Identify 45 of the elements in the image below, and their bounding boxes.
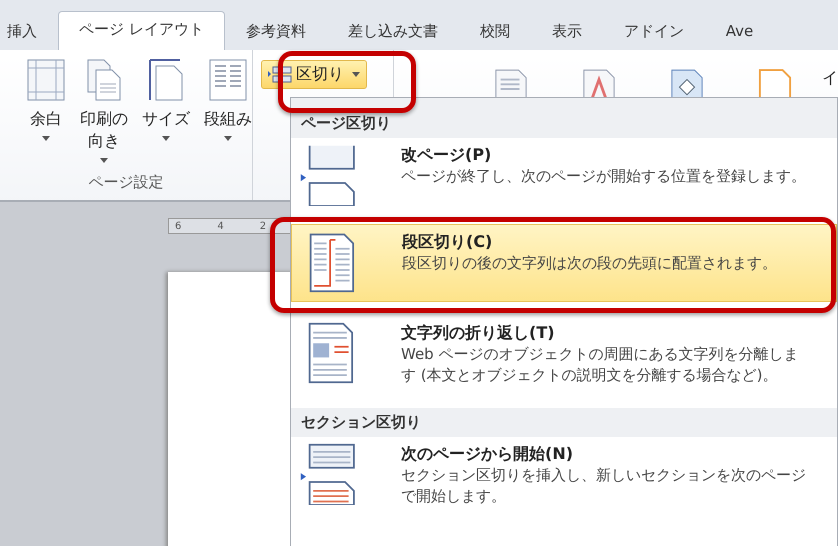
menu-item-title: 次のページから開始(N) xyxy=(401,443,574,465)
menu-item-title: 改ページ(P) xyxy=(401,144,492,166)
caret-icon xyxy=(100,158,108,163)
ribbon-tab[interactable]: ページ レイアウト xyxy=(58,11,225,50)
caret-icon xyxy=(224,136,232,141)
menu-item-title: 文字列の折り返し(T) xyxy=(401,322,556,344)
button-label: 向き xyxy=(88,130,120,152)
breaks-button[interactable]: 区切り xyxy=(261,60,367,89)
caret-icon xyxy=(162,136,170,141)
menu-section-heading: セクション区切り xyxy=(291,408,837,437)
group-label: イ xyxy=(822,68,838,89)
ribbon-tab[interactable]: 差し込み文書 xyxy=(326,13,459,50)
ribbon-tab[interactable]: Ave xyxy=(704,13,774,50)
menu-item-title: 段区切り(C) xyxy=(402,231,494,253)
ribbon-button[interactable]: サイズ xyxy=(142,58,190,163)
group-label: ページ設定 xyxy=(88,173,164,192)
button-label: サイズ xyxy=(142,108,190,130)
button-label: 余白 xyxy=(30,108,62,130)
menu-section-heading: ページ区切り xyxy=(291,98,837,138)
ruler-number: 6 xyxy=(175,220,182,232)
button-label: 印刷の xyxy=(80,108,128,130)
ribbon-tab[interactable]: アドイン xyxy=(602,13,705,50)
ribbon-button[interactable]: 段組み xyxy=(204,58,252,163)
ribbon-tab[interactable]: 挿入 xyxy=(0,13,58,50)
menu-item-description: セクション区切りを挿入し、新しいセクションを次のページで開始します。 xyxy=(401,465,807,507)
caret-icon xyxy=(352,72,360,77)
breaks-icon xyxy=(268,64,292,84)
menu-item[interactable]: 段区切り(C) 段区切りの後の文字列は次の段の先頭に配置されます。 xyxy=(291,224,837,302)
margins-icon xyxy=(26,58,66,102)
menu-item-description: 段区切りの後の文字列は次の段の先頭に配置されます。 xyxy=(402,253,778,274)
button-label: 段組み xyxy=(204,108,252,130)
menu-item[interactable]: 次のページから開始(N) セクション区切りを挿入し、新しいセクションを次のページで開始します。 xyxy=(291,437,837,515)
caret-icon xyxy=(42,136,50,141)
ruler-number: 4 xyxy=(217,220,224,232)
menu-item-description: Web ページのオブジェクトの周囲にある文字列を分離します (本文とオブジェクトの説明文を分離する場合など)。 xyxy=(401,344,800,386)
menu-item[interactable]: 改ページ(P) ページが終了し、次のページが開始する位置を登録します。 xyxy=(291,138,837,214)
columns-icon xyxy=(208,58,248,102)
menu-item-description: ページが終了し、次のページが開始する位置を登録します。 xyxy=(401,166,807,187)
ribbon-button[interactable]: 印刷の 向き xyxy=(80,58,128,163)
ribbon-tab[interactable]: 参考資料 xyxy=(224,13,327,50)
ruler-number: 2 xyxy=(260,220,266,232)
ribbon-tab[interactable]: 表示 xyxy=(530,13,603,50)
menu-item[interactable]: 文字列の折り返し(T) Web ページのオブジェクトの周囲にある文字列を分離します (本文とオブジェクトの説明文を分離する場合など)。 xyxy=(291,316,837,394)
ribbon-button[interactable]: 余白 xyxy=(26,58,66,163)
ribbon-tab[interactable]: 校閲 xyxy=(458,13,531,50)
